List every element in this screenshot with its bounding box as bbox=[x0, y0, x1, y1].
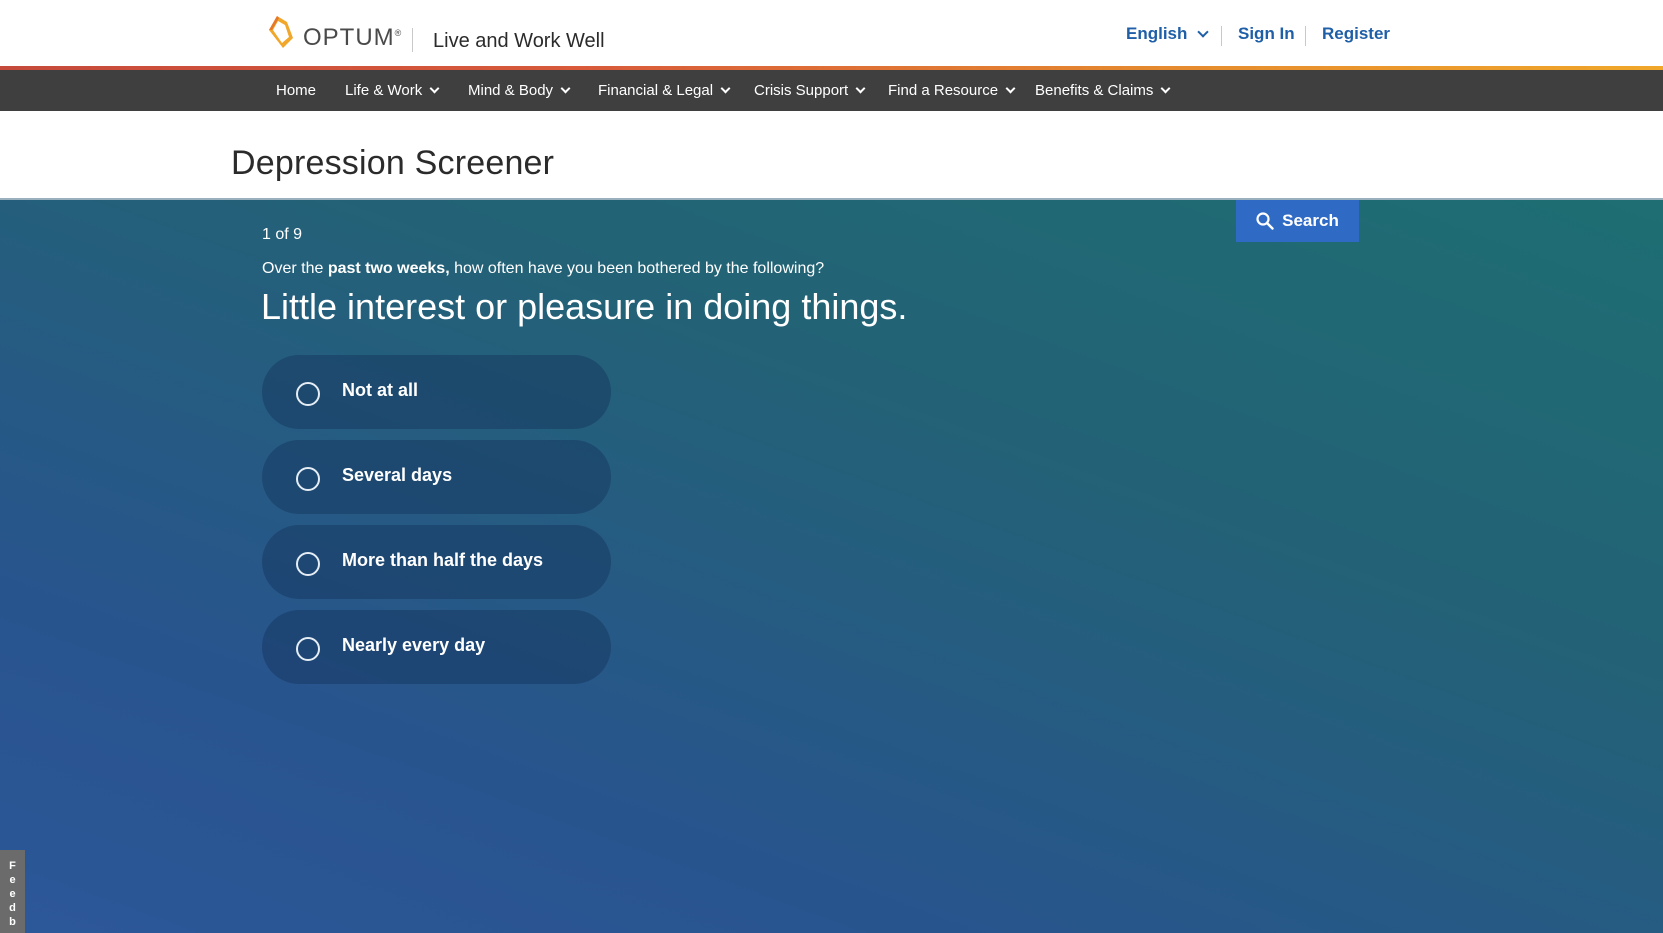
search-icon bbox=[1256, 212, 1274, 230]
radio-button[interactable] bbox=[296, 467, 320, 491]
feedback-tab-letter: a bbox=[9, 929, 15, 933]
nav-item-benefits-claims[interactable]: Benefits & Claims bbox=[1035, 70, 1171, 111]
answer-option-not-at-all[interactable]: Not at all bbox=[262, 355, 611, 429]
feedback-tab-letter: d bbox=[9, 901, 16, 914]
feedback-tab-letter: e bbox=[9, 887, 16, 900]
language-selector[interactable]: English bbox=[1126, 24, 1210, 44]
register-link[interactable]: Register bbox=[1322, 24, 1390, 44]
nav-item-mind-body[interactable]: Mind & Body bbox=[468, 70, 571, 111]
nav-item-label: Life & Work bbox=[345, 82, 423, 99]
site-tagline: Live and Work Well bbox=[433, 30, 605, 52]
chevron-down-icon bbox=[1197, 26, 1210, 38]
utility-divider bbox=[1221, 26, 1222, 46]
feedback-tab-letter: F bbox=[9, 859, 16, 872]
optum-logo[interactable]: OPTUM® bbox=[263, 10, 402, 54]
main-nav: Home Life & Work Mind & Body Financial &… bbox=[0, 70, 1663, 111]
nav-item-financial-legal[interactable]: Financial & Legal bbox=[598, 70, 731, 111]
optum-logo-icon bbox=[263, 12, 299, 52]
question-prompt: Over the past two weeks, how often have … bbox=[262, 260, 825, 277]
utility-divider bbox=[1305, 26, 1306, 46]
feedback-tab[interactable]: Feedback bbox=[0, 850, 25, 933]
radio-button[interactable] bbox=[296, 382, 320, 406]
sign-in-link[interactable]: Sign In bbox=[1238, 24, 1295, 44]
chevron-down-icon bbox=[429, 83, 440, 94]
search-button-label: Search bbox=[1282, 211, 1339, 230]
radio-button[interactable] bbox=[296, 552, 320, 576]
logo-wordmark: OPTUM® bbox=[303, 24, 403, 51]
answer-option-several-days[interactable]: Several days bbox=[262, 440, 611, 514]
feedback-tab-letter: e bbox=[9, 873, 16, 886]
page-title-band: Depression Screener bbox=[0, 111, 1663, 200]
page-title: Depression Screener bbox=[231, 144, 555, 182]
screener-panel: Search 1 of 9 Over the past two weeks, h… bbox=[0, 200, 1663, 933]
header-divider bbox=[412, 28, 413, 52]
nav-item-label: Mind & Body bbox=[468, 82, 554, 99]
nav-item-life-work[interactable]: Life & Work bbox=[345, 70, 440, 111]
nav-item-label: Financial & Legal bbox=[598, 82, 714, 99]
answer-option-label: Nearly every day bbox=[342, 634, 486, 655]
question-text: Little interest or pleasure in doing thi… bbox=[261, 286, 908, 327]
nav-item-crisis-support[interactable]: Crisis Support bbox=[754, 70, 866, 111]
search-button[interactable]: Search bbox=[1236, 200, 1359, 242]
answer-option-label: More than half the days bbox=[342, 549, 544, 570]
language-label: English bbox=[1126, 24, 1188, 43]
nav-item-label: Crisis Support bbox=[754, 82, 849, 99]
radio-button[interactable] bbox=[296, 637, 320, 661]
feedback-tab-letter: b bbox=[9, 915, 16, 928]
chevron-down-icon bbox=[1005, 83, 1016, 94]
chevron-down-icon bbox=[560, 83, 571, 94]
nav-item-label: Benefits & Claims bbox=[1035, 82, 1154, 99]
answer-option-more-than-half[interactable]: More than half the days bbox=[262, 525, 611, 599]
nav-item-find-a-resource[interactable]: Find a Resource bbox=[888, 70, 1016, 111]
site-header: OPTUM® Live and Work Well English Sign I… bbox=[0, 0, 1663, 67]
nav-item-label: Find a Resource bbox=[888, 82, 999, 99]
chevron-down-icon bbox=[720, 83, 731, 94]
chevron-down-icon bbox=[855, 83, 866, 94]
answer-option-nearly-every-day[interactable]: Nearly every day bbox=[262, 610, 611, 684]
answer-option-label: Not at all bbox=[342, 379, 419, 400]
answer-option-label: Several days bbox=[342, 464, 453, 485]
nav-item-label: Home bbox=[276, 82, 317, 99]
chevron-down-icon bbox=[1160, 83, 1171, 94]
nav-item-home[interactable]: Home bbox=[276, 70, 316, 111]
question-progress: 1 of 9 bbox=[262, 226, 303, 243]
